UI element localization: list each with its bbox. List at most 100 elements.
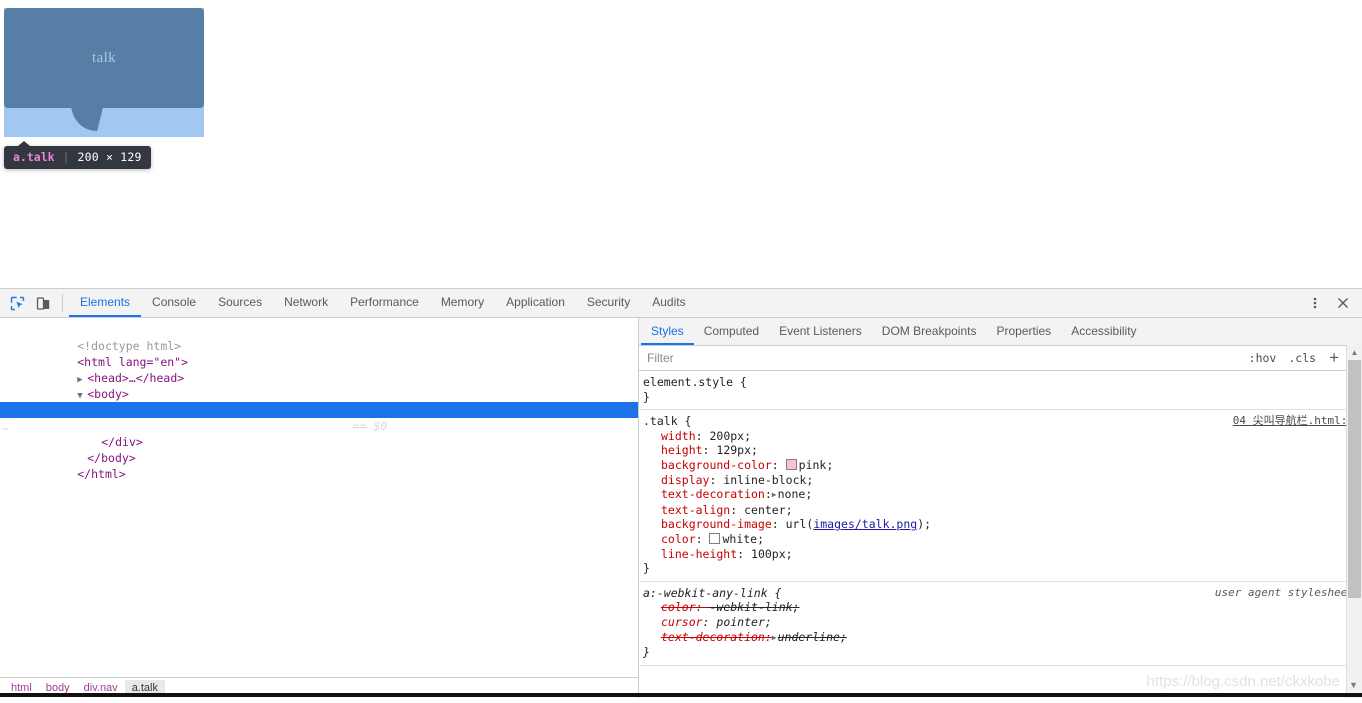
decl-line-height-prop[interactable]: line-height: [661, 547, 737, 561]
styles-panel-tabs: Styles Computed Event Listeners DOM Brea…: [639, 318, 1362, 346]
scrollbar-up-arrow-icon[interactable]: ▲: [1347, 345, 1362, 359]
tab-console[interactable]: Console: [141, 289, 207, 317]
window-bottom-edge: [0, 693, 1362, 697]
dom-row-div-nav-open[interactable]: ▼<div class="nav">: [0, 386, 638, 417]
tab-computed[interactable]: Computed: [694, 318, 769, 345]
dom-row-html-close[interactable]: </html>: [0, 450, 638, 481]
tab-performance[interactable]: Performance: [339, 289, 430, 317]
tab-audits[interactable]: Audits: [641, 289, 696, 317]
decl-background-image-prop[interactable]: background-image: [661, 517, 772, 531]
decl-text-decoration-prop[interactable]: text-decoration: [661, 487, 765, 501]
decl-ua-cursor[interactable]: cursor: pointer;: [639, 615, 1362, 630]
decl-ua-cursor-value[interactable]: pointer: [716, 615, 764, 629]
decl-text-decoration[interactable]: text-decoration:▶none;: [639, 487, 1362, 503]
html-close-tag: </html>: [77, 467, 126, 481]
decl-text-align-value[interactable]: center: [744, 503, 786, 517]
rule-talk-selector-text: .talk {: [643, 414, 692, 429]
expand-shorthand-icon[interactable]: ▶: [772, 488, 777, 503]
decl-width[interactable]: width: 200px;: [639, 429, 1362, 444]
decl-display[interactable]: display: inline-block;: [639, 473, 1362, 488]
rule-webkit-any-link[interactable]: a:-webkit-any-link { user agent styleshe…: [639, 582, 1362, 666]
dom-row-body-close[interactable]: </body>: [0, 434, 638, 465]
decl-color-prop[interactable]: color: [661, 532, 696, 546]
scrollbar-thumb[interactable]: [1348, 360, 1361, 598]
tab-network[interactable]: Network: [273, 289, 339, 317]
decl-ua-color-prop[interactable]: color: [661, 600, 696, 614]
decl-line-height[interactable]: line-height: 100px;: [639, 547, 1362, 562]
tab-accessibility[interactable]: Accessibility: [1061, 318, 1146, 345]
element-highlight-tooltip: a.talk | 200 × 129: [4, 141, 151, 169]
color-swatch-pink[interactable]: [785, 458, 797, 470]
tab-event-listeners[interactable]: Event Listeners: [769, 318, 872, 345]
decl-width-prop[interactable]: width: [661, 429, 696, 443]
devtools-window: Elements Console Sources Network Perform…: [0, 288, 1362, 698]
color-swatch-white[interactable]: [709, 532, 721, 544]
decl-background-image[interactable]: background-image: url(images/talk.png);: [639, 517, 1362, 532]
decl-ua-text-decoration[interactable]: text-decoration:▶underline;: [639, 630, 1362, 646]
dom-row-doctype[interactable]: <!doctype html>: [0, 322, 638, 353]
decl-height-value[interactable]: 129px: [716, 443, 751, 457]
decl-display-value[interactable]: inline-block: [723, 473, 806, 487]
user-agent-stylesheet-label: user agent stylesheet: [1214, 585, 1354, 599]
close-icon[interactable]: [1330, 296, 1356, 310]
decl-background-color-prop[interactable]: background-color: [661, 458, 772, 472]
decl-ua-cursor-prop[interactable]: cursor: [661, 615, 703, 629]
decl-height-prop[interactable]: height: [661, 443, 703, 457]
expand-shorthand-icon-ua[interactable]: ▶: [772, 631, 777, 646]
inspect-element-icon[interactable]: [4, 289, 30, 317]
decl-height[interactable]: height: 129px;: [639, 443, 1362, 458]
decl-ua-text-decoration-prop[interactable]: text-decoration: [661, 630, 765, 644]
decl-ua-text-decoration-value[interactable]: underline: [778, 630, 840, 644]
tab-styles[interactable]: Styles: [641, 318, 694, 345]
stylesheet-source-link[interactable]: 04 尖叫导航栏.html:7: [1233, 414, 1354, 429]
tab-properties[interactable]: Properties: [986, 318, 1061, 345]
rule-selector-element-style[interactable]: element.style {: [639, 375, 1362, 390]
kebab-menu-icon[interactable]: [1302, 296, 1328, 310]
background-image-url-link[interactable]: images/talk.png: [813, 517, 917, 531]
rule-close-talk: }: [643, 561, 650, 576]
decl-background-color-value[interactable]: pink: [799, 458, 827, 472]
device-toolbar-icon[interactable]: [30, 289, 56, 317]
decl-color[interactable]: color: white;: [639, 532, 1362, 547]
tab-sources[interactable]: Sources: [207, 289, 273, 317]
toolbar-divider: [62, 294, 63, 312]
new-style-rule-button[interactable]: +: [1322, 349, 1346, 368]
dom-tree: <!doctype html> <html lang="en"> ▶ <head>…: [0, 318, 638, 677]
decl-text-align-prop[interactable]: text-align: [661, 503, 730, 517]
dom-row-div-close[interactable]: </div>: [0, 418, 638, 449]
dom-row-head[interactable]: ▶ <head>…</head>: [0, 354, 638, 385]
decl-ua-color-value[interactable]: -webkit-link: [709, 600, 792, 614]
decl-ua-color[interactable]: color: -webkit-link;: [639, 600, 1362, 615]
devtools-panel-tabs: Elements Console Sources Network Perform…: [69, 289, 1287, 317]
cls-button[interactable]: .cls: [1282, 351, 1322, 365]
decl-text-align[interactable]: text-align: center;: [639, 503, 1362, 518]
rule-element-style[interactable]: element.style { }: [639, 371, 1362, 411]
talk-link[interactable]: talk: [4, 8, 204, 108]
dom-tree-panel: <!doctype html> <html lang="en"> ▶ <head>…: [0, 318, 639, 698]
page-viewport: talk a.talk | 200 × 129: [0, 0, 1362, 288]
tab-security[interactable]: Security: [576, 289, 641, 317]
tab-memory[interactable]: Memory: [430, 289, 495, 317]
decl-line-height-value[interactable]: 100px: [751, 547, 786, 561]
decl-color-value[interactable]: white: [722, 532, 757, 546]
hov-button[interactable]: :hov: [1243, 351, 1283, 365]
decl-text-decoration-value[interactable]: none: [778, 487, 806, 501]
devtools-tabbar: Elements Console Sources Network Perform…: [0, 289, 1362, 318]
dom-row-body-open[interactable]: ▼ <body>: [0, 370, 638, 401]
scrollbar-down-arrow-icon[interactable]: ▼: [1349, 680, 1358, 690]
watermark-text: https://blog.csdn.net/ckxkobe: [1146, 673, 1340, 690]
tab-application[interactable]: Application: [495, 289, 576, 317]
rule-talk[interactable]: .talk { 04 尖叫导航栏.html:7 width: 200px; he…: [639, 410, 1362, 582]
dom-row-selected-anchor[interactable]: … <a href="#" class="talk">talk</a> == $0: [0, 402, 638, 433]
tooltip-separator: |: [62, 150, 70, 164]
styles-scrollbar[interactable]: ▲: [1346, 345, 1362, 698]
styles-filter-input[interactable]: [639, 350, 1243, 366]
tab-dom-breakpoints[interactable]: DOM Breakpoints: [872, 318, 987, 345]
tab-elements[interactable]: Elements: [69, 289, 142, 317]
dom-row-html-open[interactable]: <html lang="en">: [0, 338, 638, 369]
decl-width-value[interactable]: 200px: [709, 429, 744, 443]
devtools-tabbar-actions: [1287, 289, 1362, 317]
rule-close-webkit-any-link: }: [643, 645, 650, 660]
decl-background-color[interactable]: background-color: pink;: [639, 458, 1362, 473]
decl-display-prop[interactable]: display: [661, 473, 709, 487]
